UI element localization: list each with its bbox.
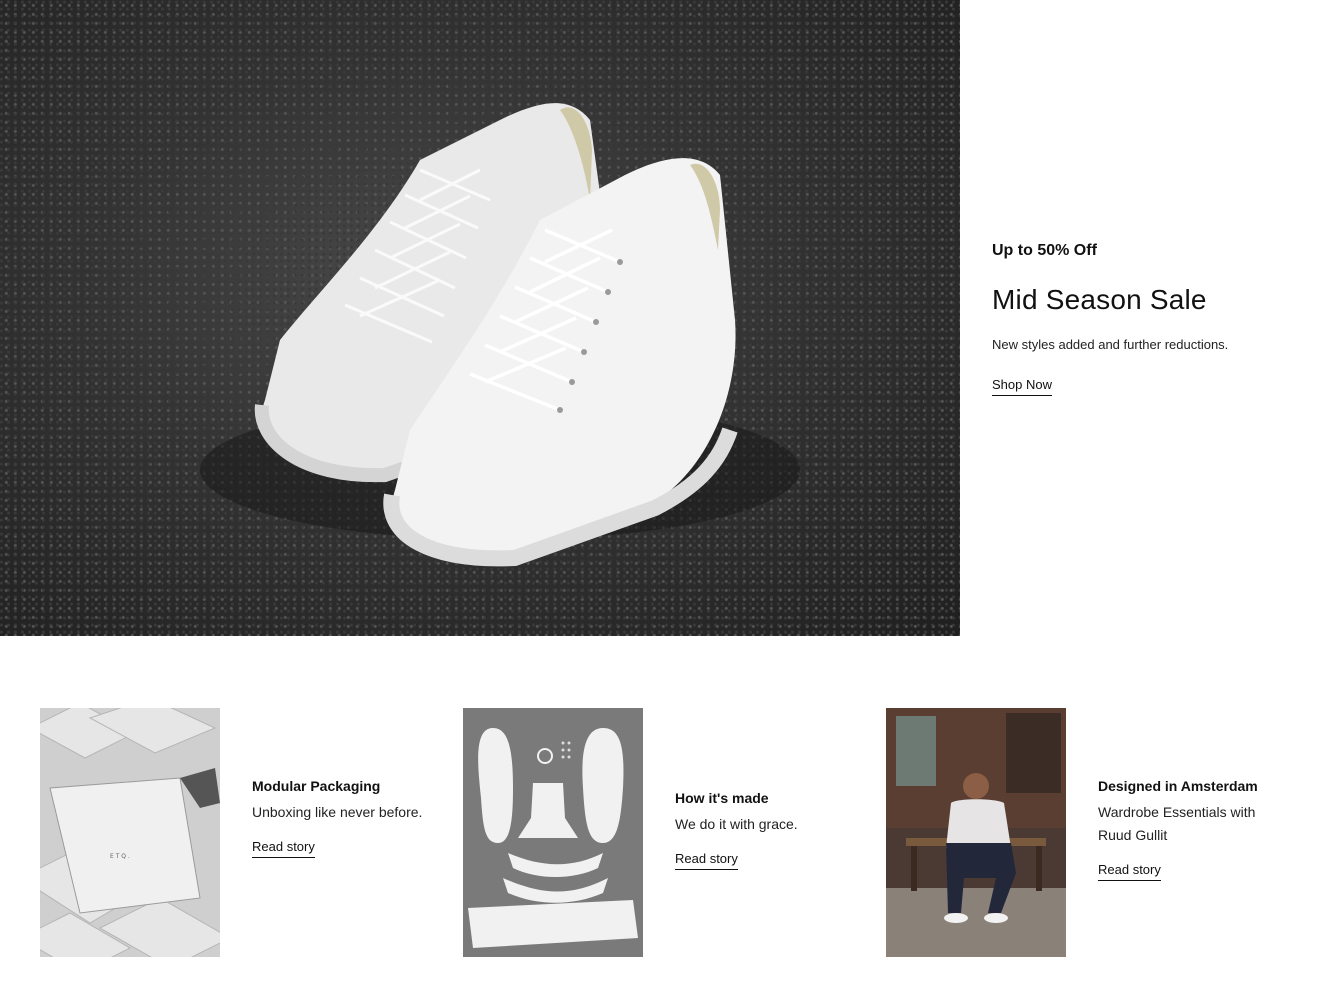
story-description: Wardrobe Essentials with Ruud Gullit xyxy=(1098,804,1256,843)
story-text: Designed in Amsterdam Wardrobe Essential… xyxy=(1098,776,1278,881)
read-story-link[interactable]: Read story xyxy=(675,850,738,870)
story-card-modular-packaging: E T Q . Modular Packaging Unboxing like … xyxy=(40,708,440,957)
story-description: Unboxing like never before. xyxy=(252,804,423,820)
sale-eyebrow: Up to 50% Off xyxy=(992,242,1097,259)
sneakers-illustration xyxy=(200,103,800,567)
hero-title: Mid Season Sale xyxy=(992,284,1207,315)
hero-image[interactable] xyxy=(0,0,960,636)
story-image-amsterdam[interactable] xyxy=(886,708,1066,957)
story-image-how-its-made[interactable] xyxy=(463,708,643,957)
story-title: Designed in Amsterdam xyxy=(1098,778,1258,794)
story-title: Modular Packaging xyxy=(252,778,381,794)
story-card-designed-in-amsterdam: Designed in Amsterdam Wardrobe Essential… xyxy=(886,708,1286,957)
story-card-how-its-made: How it's made We do it with grace. Read … xyxy=(463,708,863,957)
hero-copy: Up to 50% Off Mid Season Sale New styles… xyxy=(992,240,1292,396)
story-image-packaging[interactable]: E T Q . xyxy=(40,708,220,957)
hero-banner: Up to 50% Off Mid Season Sale New styles… xyxy=(0,0,1317,636)
read-story-link[interactable]: Read story xyxy=(252,838,315,858)
shop-now-link[interactable]: Shop Now xyxy=(992,376,1052,396)
svg-text:E T Q .: E T Q . xyxy=(110,853,130,860)
read-story-link[interactable]: Read story xyxy=(1098,861,1161,881)
story-description: We do it with grace. xyxy=(675,816,798,832)
story-title: How it's made xyxy=(675,790,769,806)
story-text: Modular Packaging Unboxing like never be… xyxy=(252,776,432,858)
story-text: How it's made We do it with grace. Read … xyxy=(675,788,855,870)
hero-subtitle: New styles added and further reductions. xyxy=(992,337,1229,352)
